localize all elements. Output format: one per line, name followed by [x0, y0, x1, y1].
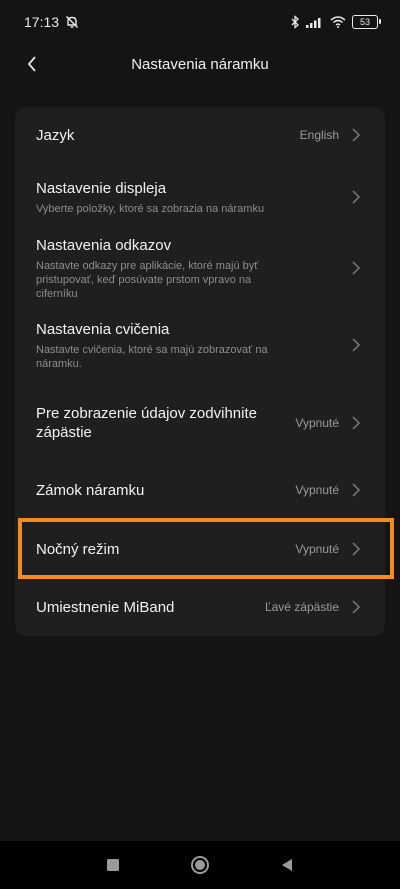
- status-left: 17:13: [24, 14, 79, 30]
- row-text: Nastavenia odkazov Nastavte odkazy pre a…: [36, 236, 291, 301]
- chevron-right-icon: [352, 483, 361, 497]
- settings-card: Jazyk English Nastavenie displeja Vybert…: [15, 107, 385, 636]
- system-nav-bar: [0, 841, 400, 889]
- setting-row-band-lock[interactable]: Zámok náramku Vypnuté: [15, 461, 385, 519]
- back-button[interactable]: [18, 50, 46, 78]
- chevron-right-icon: [352, 542, 361, 556]
- page-title: Nastavenia náramku: [131, 55, 269, 73]
- wifi-icon: [330, 16, 346, 28]
- status-bar: 17:13 53: [0, 0, 400, 44]
- row-subtitle: Nastavte odkazy pre aplikácie, ktoré maj…: [36, 259, 259, 300]
- row-right: Vypnuté: [295, 542, 361, 556]
- setting-row-display[interactable]: Nastavenie displeja Vyberte položky, kto…: [15, 163, 385, 231]
- setting-row-shortcuts[interactable]: Nastavenia odkazov Nastavte odkazy pre a…: [15, 231, 385, 305]
- row-value: Vypnuté: [295, 416, 339, 430]
- row-title: Jazyk: [36, 126, 75, 144]
- row-right: [351, 261, 361, 275]
- back-triangle-icon: [281, 859, 292, 871]
- row-title: Pre zobrazenie údajov zodvihnite zápästi…: [36, 405, 257, 441]
- chevron-right-icon: [352, 416, 361, 430]
- signal-icon: [306, 18, 321, 28]
- row-text: Zámok náramku: [36, 481, 144, 500]
- row-text: Nastavenie displeja Vyberte položky, kto…: [36, 179, 264, 216]
- chevron-right-icon: [352, 128, 361, 142]
- row-title: Nočný režim: [36, 540, 120, 558]
- setting-row-workout[interactable]: Nastavenia cvičenia Nastavte cvičenia, k…: [15, 305, 385, 385]
- row-right: English: [300, 128, 361, 142]
- row-text: Pre zobrazenie údajov zodvihnite zápästi…: [36, 404, 291, 442]
- app-header: Nastavenia náramku: [0, 44, 400, 84]
- row-right: Vypnuté: [295, 483, 361, 497]
- row-right: Ľavé zápästie: [265, 600, 361, 614]
- row-right: [351, 338, 361, 352]
- chevron-right-icon: [352, 261, 361, 275]
- chevron-right-icon: [352, 338, 361, 352]
- row-value: English: [299, 128, 339, 142]
- row-title: Zámok náramku: [36, 481, 145, 499]
- recent-apps-button[interactable]: [93, 845, 133, 885]
- row-title: Nastavenia cvičenia: [36, 320, 170, 338]
- setting-row-night-mode[interactable]: Nočný režim Vypnuté: [15, 519, 385, 579]
- row-value: Vypnuté: [295, 542, 339, 556]
- row-title: Umiestnenie MiBand: [36, 598, 175, 616]
- status-time: 17:13: [24, 14, 60, 30]
- recent-apps-icon: [107, 859, 120, 871]
- home-icon: [190, 856, 209, 874]
- row-text: Umiestnenie MiBand: [36, 598, 174, 617]
- battery-icon: 53: [352, 15, 381, 29]
- row-title: Nastavenie displeja: [36, 179, 167, 197]
- row-subtitle: Nastavte cvičenia, ktoré sa majú zobrazo…: [36, 343, 268, 370]
- home-button[interactable]: [180, 845, 220, 885]
- row-value: Ľavé zápästie: [264, 600, 339, 614]
- bluetooth-icon: [291, 15, 299, 29]
- row-text: Jazyk: [36, 126, 74, 145]
- status-right: 53: [290, 15, 381, 29]
- row-text: Nastavenia cvičenia Nastavte cvičenia, k…: [36, 320, 291, 371]
- row-right: [351, 190, 361, 204]
- row-value: Vypnuté: [295, 483, 339, 497]
- row-text: Nočný režim: [36, 540, 119, 559]
- row-right: Vypnuté: [295, 416, 361, 430]
- setting-row-lift-wrist[interactable]: Pre zobrazenie údajov zodvihnite zápästi…: [15, 385, 385, 461]
- back-nav-button[interactable]: [267, 845, 307, 885]
- row-subtitle: Vyberte položky, ktoré sa zobrazia na ná…: [36, 202, 265, 215]
- setting-row-language[interactable]: Jazyk English: [15, 107, 385, 163]
- row-title: Nastavenia odkazov: [36, 236, 172, 254]
- setting-row-band-position[interactable]: Umiestnenie MiBand Ľavé zápästie: [15, 579, 385, 635]
- chevron-left-icon: [27, 56, 36, 72]
- chevron-right-icon: [352, 190, 361, 204]
- mute-bell-icon: [66, 16, 79, 28]
- chevron-right-icon: [352, 600, 361, 614]
